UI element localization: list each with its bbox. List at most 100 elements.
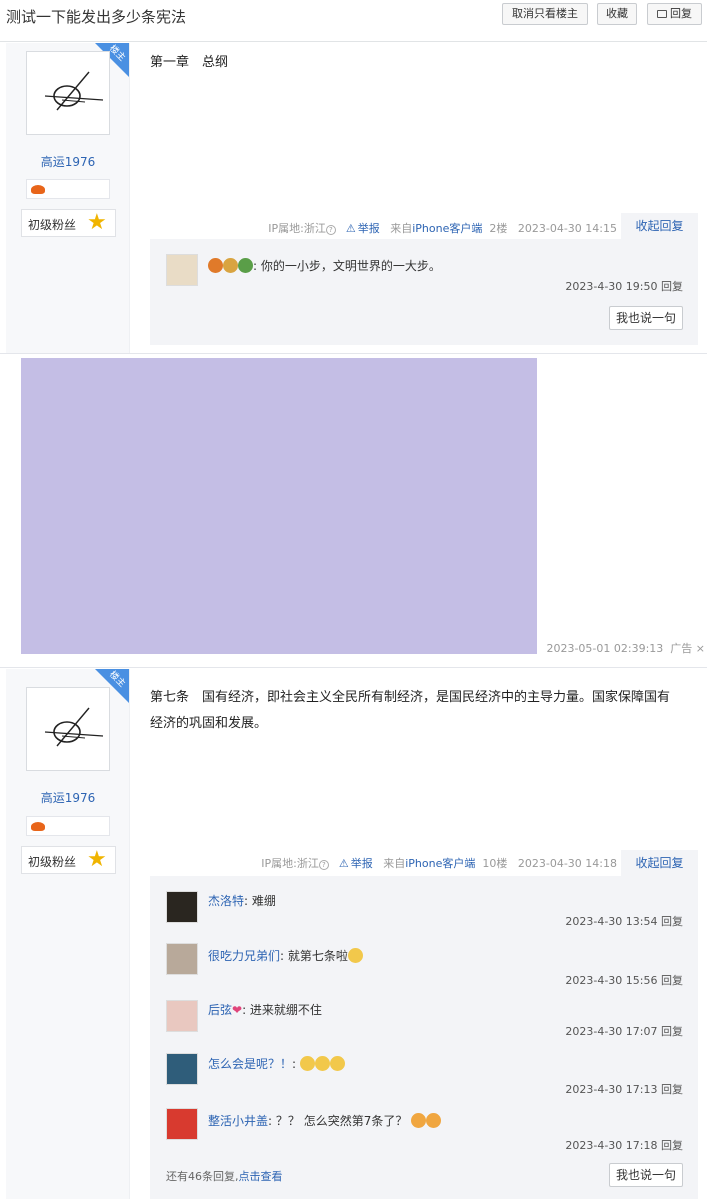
reply-username[interactable]: 整活小井盖 [208,1114,268,1128]
reply-avatar[interactable] [166,1053,198,1085]
reply-time: 2023-4-30 19:50 [565,280,658,293]
reply-action-link[interactable]: 回复 [661,1139,683,1152]
author-sidebar: 楼主 高运1976 初级粉丝 ★ [6,669,130,1199]
emoji-icon [299,1056,315,1071]
reply-action-link[interactable]: 回复 [661,1025,683,1038]
reply-action-link[interactable]: 回复 [661,1083,683,1096]
view-more-link[interactable]: 点击查看 [239,1170,283,1183]
reply-content: : 就第七条啦 [280,949,348,963]
warning-icon: ⚠ [338,857,349,870]
emoji-icon [314,1056,330,1071]
reply-avatar[interactable] [166,943,198,975]
reply-meta: 2023-4-30 17:07 回复 [565,1023,683,1039]
reply-time: 2023-4-30 17:07 [565,1025,658,1038]
say-something-button[interactable]: 我也说一句 [609,306,683,330]
reply-text: 杰洛特: 难绷 [208,892,276,909]
post-floor-2: 楼主 高运1976 初级粉丝 ★ 第一章 总纲 IP属地:浙江? ⚠ 举报 来自iP… [0,43,707,354]
post-meta: IP属地:浙江? ⚠ 举报 来自iPhone客户端 10楼 2023-04-30 1… [261,855,617,871]
reply-content: : 你的一小步，文明世界的一大步。 [253,259,441,273]
reply-time: 2023-4-30 15:56 [565,974,658,987]
emoji-icon [426,1113,442,1128]
reply-button-label: 回复 [670,7,692,20]
fan-level-badge[interactable]: 初级粉丝 ★ [21,209,116,237]
avatar-sketch-icon [44,71,104,111]
reply-box: : 你的一小步，文明世界的一大步。 2023-4-30 19:50 回复 我也说… [150,239,698,345]
question-icon[interactable]: ? [318,860,329,870]
reply-username[interactable]: 很吃力兄弟们 [208,949,280,963]
emoji-icon [347,948,363,963]
ip-location: IP属地:浙江 [261,857,319,870]
ad-meta: 2023-05-01 02:39:13 广告 × [546,640,705,656]
reply-avatar[interactable] [166,1000,198,1032]
reply-meta: 2023-4-30 15:56 回复 [565,972,683,988]
author-sidebar: 楼主 高运1976 初级粉丝 ★ [6,43,130,353]
report-link[interactable]: 举报 [358,222,380,235]
fire-icon [31,185,45,194]
reply-avatar[interactable] [166,254,198,286]
floor-number: 10楼 [482,857,508,870]
reply-meta: 2023-4-30 13:54 回复 [565,913,683,929]
fan-level-label: 初级粉丝 [28,218,77,232]
close-icon[interactable]: × [696,642,705,655]
favorite-button[interactable]: 收藏 [597,3,637,25]
reply-time: 2023-4-30 17:13 [565,1083,658,1096]
level-bar [26,179,110,199]
emoji-icon [208,258,223,273]
heart-icon: ❤ [232,1003,243,1017]
reply-icon [657,10,667,18]
reply-avatar[interactable] [166,891,198,923]
source-link[interactable]: iPhone客户端 [405,857,475,870]
star-icon: ★ [87,847,107,872]
reply-meta: 2023-4-30 17:18 回复 [565,1137,683,1153]
reply-text: 怎么会是呢？！: [208,1055,345,1072]
source-link[interactable]: iPhone客户端 [412,222,482,235]
reply-action-link[interactable]: 回复 [661,280,683,293]
ad-image[interactable] [21,358,537,654]
reply-text: 很吃力兄弟们: 就第七条啦 [208,947,363,964]
reply-text: : 你的一小步，文明世界的一大步。 [208,257,441,274]
only-op-button[interactable]: 取消只看楼主 [502,3,588,25]
post-content-line: 第七条 国有经济，即社会主义全民所有制经济，是国民经济中的主导力量。国家保障国有 [150,690,671,705]
post-content-line: 经济的巩固和发展。 [150,716,268,731]
collapse-replies-button[interactable]: 收起回复 [621,850,698,876]
reply-username[interactable]: 后弦 [208,1003,232,1017]
reply-username[interactable]: 怎么会是呢？！ [208,1057,292,1071]
warning-icon: ⚠ [345,222,356,235]
more-replies: 还有46条回复,点击查看 [166,1168,283,1184]
avatar-sketch-icon [44,707,104,747]
reply-content: : ？？ 怎么突然第7条了？ [268,1114,408,1128]
avatar[interactable] [26,51,110,135]
author-name[interactable]: 高运1976 [6,153,130,170]
reply-action-link[interactable]: 回复 [661,974,683,987]
floor-number: 2楼 [489,222,508,235]
ad-time: 2023-05-01 02:39:13 [546,642,664,655]
emoji-icon [411,1113,427,1128]
reply-text: 整活小井盖: ？？ 怎么突然第7条了？ [208,1112,442,1129]
reply-time: 2023-4-30 13:54 [565,915,658,928]
source-prefix: 来自 [390,222,413,235]
emoji-icon [329,1056,345,1071]
star-icon: ★ [87,210,107,235]
post-content: 第七条 国有经济，即社会主义全民所有制经济，是国民经济中的主导力量。国家保障国有… [150,685,670,737]
ip-location: IP属地:浙江 [268,222,326,235]
report-link[interactable]: 举报 [351,857,373,870]
reply-avatar[interactable] [166,1108,198,1140]
reply-content: : [292,1057,297,1071]
fire-icon [31,822,45,831]
level-bar [26,816,110,836]
avatar[interactable] [26,687,110,771]
post-time: 2023-04-30 14:18 [517,857,617,870]
reply-button[interactable]: 回复 [647,3,702,25]
reply-text: 后弦❤: 进来就绷不住 [208,1001,322,1018]
post-time: 2023-04-30 14:15 [517,222,617,235]
post-floor-10: 楼主 高运1976 初级粉丝 ★ 第七条 国有经济，即社会主义全民所有制经济，是… [0,669,707,1199]
reply-content: : 进来就绷不住 [242,1003,322,1017]
reply-username[interactable]: 杰洛特 [208,894,244,908]
say-something-button[interactable]: 我也说一句 [609,1163,683,1187]
question-icon[interactable]: ? [325,225,336,235]
post-meta: IP属地:浙江? ⚠ 举报 来自iPhone客户端 2楼 2023-04-30 14… [268,220,617,236]
fan-level-badge[interactable]: 初级粉丝 ★ [21,846,116,874]
author-name[interactable]: 高运1976 [6,789,130,806]
reply-action-link[interactable]: 回复 [661,915,683,928]
collapse-replies-button[interactable]: 收起回复 [621,213,698,239]
